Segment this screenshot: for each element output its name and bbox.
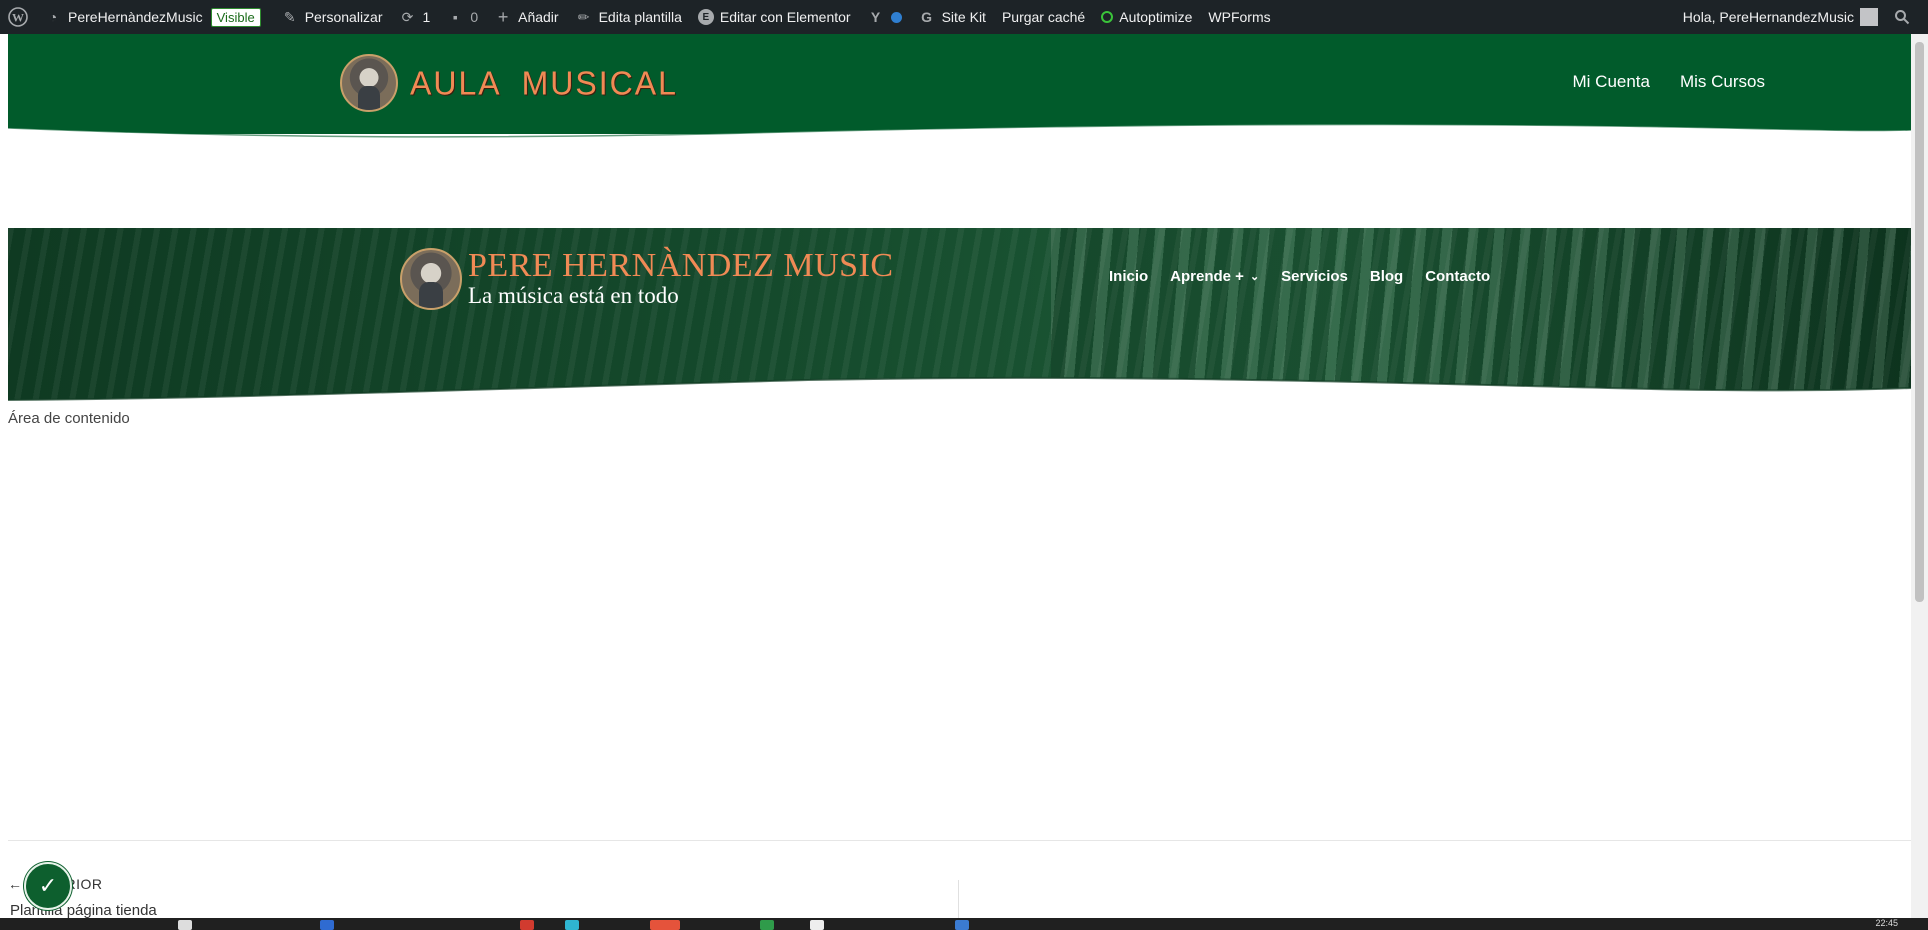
comment-icon: ▪ xyxy=(452,9,458,25)
autoptimize-button[interactable]: Autoptimize xyxy=(1093,0,1200,34)
nav-contacto[interactable]: Contacto xyxy=(1425,268,1490,285)
taskbar-app-icon[interactable] xyxy=(320,920,334,930)
site-name-menu[interactable]: ◔ PereHernàndezMusic xyxy=(36,0,211,34)
pere-hernandez-logo[interactable]: PERE HERNÀNDEZ MUSIC La música está en t… xyxy=(400,248,894,310)
purge-cache-label: Purgar caché xyxy=(1001,9,1086,25)
user-avatar-icon xyxy=(1860,8,1878,26)
edit-template-button[interactable]: ✏ Edita plantilla xyxy=(567,0,690,34)
nav-mi-cuenta[interactable]: Mi Cuenta xyxy=(1573,72,1650,92)
customize-label: Personalizar xyxy=(304,9,383,25)
elementor-icon: E xyxy=(697,9,714,25)
site-name-label: PereHernàndezMusic xyxy=(68,9,203,25)
aula-musical-logo[interactable]: AULA MUSICAL xyxy=(340,54,678,112)
autoptimize-label: Autoptimize xyxy=(1119,9,1193,25)
taskbar-app-icon[interactable] xyxy=(810,920,824,930)
taskbar-app-icon[interactable] xyxy=(955,920,969,930)
customize-button[interactable]: ✎ Personalizar xyxy=(273,0,391,34)
yoast-icon: Y xyxy=(870,9,881,25)
portrait-avatar xyxy=(340,54,398,112)
updates-count: 1 xyxy=(422,9,431,25)
wordpress-logo-button[interactable]: W xyxy=(0,0,36,34)
yoast-status-dot xyxy=(890,11,902,23)
pencil-icon: ✏ xyxy=(577,8,590,25)
nav-aprende[interactable]: Aprende + ⌄ xyxy=(1170,268,1259,285)
yoast-button[interactable]: Y xyxy=(859,0,910,34)
wpforms-label: WPForms xyxy=(1208,9,1271,25)
taskbar-app-icon[interactable] xyxy=(650,920,680,930)
nav-inicio[interactable]: Inicio xyxy=(1109,268,1148,285)
portrait-avatar-2 xyxy=(400,248,462,310)
header1-wave-divider xyxy=(8,123,1911,144)
chevron-down-icon: ⌄ xyxy=(1249,271,1260,283)
divider-line xyxy=(8,840,1911,841)
site-tagline: La música está en todo xyxy=(468,283,679,308)
visible-label: Visible xyxy=(210,7,261,27)
site-title: PERE HERNÀNDEZ MUSIC xyxy=(468,247,894,284)
taskbar-clock: 22:45 xyxy=(1875,918,1898,928)
post-nav-separator xyxy=(958,880,959,918)
dashboard-icon: ◔ xyxy=(48,9,58,25)
accessibility-check-button[interactable]: ✓ xyxy=(24,862,72,910)
add-new-button[interactable]: + Añadir xyxy=(486,0,566,34)
search-icon xyxy=(1895,10,1910,25)
comments-button[interactable]: ▪ 0 xyxy=(438,0,486,34)
header2-wave-divider xyxy=(8,376,1911,408)
svg-text:W: W xyxy=(12,11,24,25)
scrollbar-thumb[interactable] xyxy=(1915,42,1924,602)
google-icon: G xyxy=(921,9,933,25)
account-menu[interactable]: Hola, PereHernandezMusic xyxy=(1675,0,1886,34)
account-nav: Mi Cuenta Mis Cursos xyxy=(1573,72,1766,92)
vertical-scrollbar[interactable] xyxy=(1911,34,1928,918)
edit-template-label: Edita plantilla xyxy=(598,9,682,25)
comments-count: 0 xyxy=(470,9,479,25)
wordpress-icon: W xyxy=(8,7,28,27)
brush-icon: ✎ xyxy=(283,8,296,25)
nav-blog[interactable]: Blog xyxy=(1370,268,1403,285)
main-nav: Inicio Aprende + ⌄ Servicios Blog Contac… xyxy=(1109,268,1490,285)
page-viewport: AULA MUSICAL Mi Cuenta Mis Cursos PERE H… xyxy=(8,34,1911,918)
nav-servicios[interactable]: Servicios xyxy=(1281,268,1348,285)
taskbar-app-icon[interactable] xyxy=(178,920,192,930)
elementor-label: Editar con Elementor xyxy=(719,9,851,25)
search-button[interactable] xyxy=(1886,0,1918,34)
purge-cache-button[interactable]: Purgar caché xyxy=(994,0,1093,34)
taskbar-app-icon[interactable] xyxy=(760,920,774,930)
nav-mis-cursos[interactable]: Mis Cursos xyxy=(1680,72,1765,92)
nav-aprende-label: Aprende + xyxy=(1170,268,1244,285)
elementor-button[interactable]: E Editar con Elementor xyxy=(690,0,859,34)
plus-icon: + xyxy=(497,6,509,27)
os-taskbar: 22:45 xyxy=(0,918,1928,930)
wpforms-button[interactable]: WPForms xyxy=(1200,0,1278,34)
checkmark-icon: ✓ xyxy=(38,873,58,898)
admin-bar: W ◔ PereHernàndezMusic Visible ✎ Persona… xyxy=(0,0,1928,34)
visibility-badge[interactable]: Visible xyxy=(210,0,273,34)
aula-musical-logo-text: AULA MUSICAL xyxy=(410,63,678,102)
add-new-label: Añadir xyxy=(518,9,559,25)
updates-button[interactable]: ⟳ 1 xyxy=(391,0,439,34)
taskbar-app-icon[interactable] xyxy=(565,920,579,930)
site-kit-label: Site Kit xyxy=(941,9,986,25)
taskbar-app-icon[interactable] xyxy=(520,920,534,930)
greeting-label: Hola, PereHernandezMusic xyxy=(1682,9,1854,25)
autoptimize-status-icon xyxy=(1101,11,1114,23)
updates-icon: ⟳ xyxy=(401,8,414,25)
content-area-label: Área de contenido xyxy=(8,410,130,427)
site-kit-button[interactable]: G Site Kit xyxy=(910,0,994,34)
